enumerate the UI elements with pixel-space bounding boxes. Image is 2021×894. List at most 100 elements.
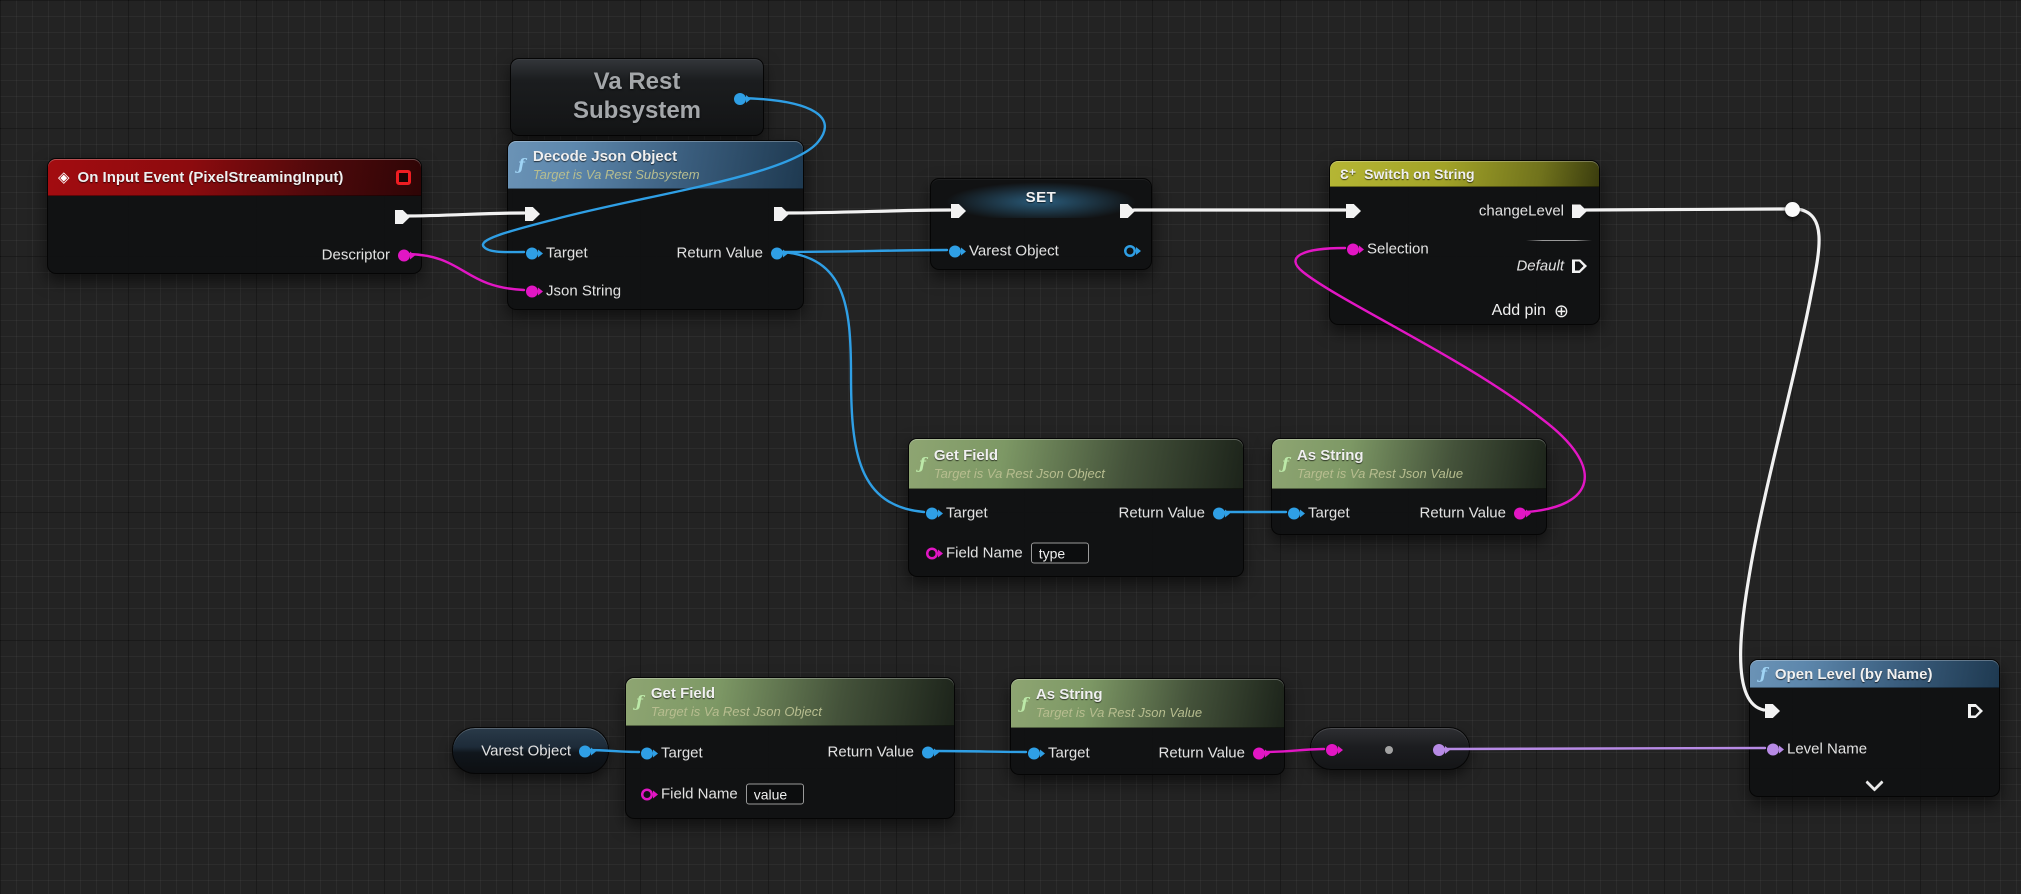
node-set-varest-object[interactable]: SET Varest Object xyxy=(930,178,1152,270)
default-exec-out-pin[interactable]: Default xyxy=(1516,258,1587,275)
object-pin-icon xyxy=(579,745,591,757)
conversion-dot-icon xyxy=(1385,746,1393,754)
selection-in-pin[interactable]: Selection xyxy=(1347,241,1429,258)
add-pin-button[interactable]: ⊕ Add pin xyxy=(1492,302,1569,320)
wire-object-decode-rv-to-getfield-target xyxy=(783,252,924,512)
node-title: Open Level (by Name) xyxy=(1775,666,1933,683)
expand-advanced-chevron-icon[interactable] xyxy=(1865,773,1883,791)
node-get-field-type[interactable]: ƒ Get Field Target is Va Rest Json Objec… xyxy=(908,438,1244,577)
pin-label: Return Value xyxy=(1159,745,1245,762)
node-string-to-name-conversion[interactable] xyxy=(1310,727,1470,770)
node-on-input-event[interactable]: ◈ On Input Event (PixelStreamingInput) D… xyxy=(47,158,422,274)
event-icon: ◈ xyxy=(58,170,70,185)
return-value-out-pin[interactable]: Return Value xyxy=(1119,505,1225,522)
exec-arrow-icon xyxy=(1968,704,1983,718)
node-header: ƒ Get Field Target is Va Rest Json Objec… xyxy=(626,678,954,726)
pin-label: Descriptor xyxy=(322,247,390,264)
return-value-out-pin[interactable]: Return Value xyxy=(1159,745,1265,762)
exec-in-pin[interactable] xyxy=(1765,704,1780,718)
node-as-string-value[interactable]: ƒ As String Target is Va Rest Json Value… xyxy=(1010,678,1285,775)
return-value-out-pin[interactable]: Return Value xyxy=(1420,505,1526,522)
target-in-pin[interactable]: Target xyxy=(1288,505,1350,522)
string-pin-icon xyxy=(926,547,938,559)
pin-label: Json String xyxy=(546,283,621,300)
node-decode-json-object[interactable]: ƒ Decode Json Object Target is Va Rest S… xyxy=(507,140,804,310)
json-string-in-pin[interactable]: Json String xyxy=(526,283,621,300)
object-pin-icon xyxy=(1124,245,1136,257)
exec-arrow-icon xyxy=(774,207,789,221)
exec-arrow-icon xyxy=(1346,204,1361,218)
object-pin-icon xyxy=(1213,507,1225,519)
node-get-field-value[interactable]: ƒ Get Field Target is Va Rest Json Objec… xyxy=(625,677,955,819)
target-in-pin[interactable]: Target xyxy=(641,745,703,762)
exec-arrow-icon xyxy=(1120,204,1135,218)
string-pin-icon xyxy=(1253,747,1265,759)
node-as-string-type[interactable]: ƒ As String Target is Va Rest Json Value… xyxy=(1271,438,1547,535)
pin-label: Return Value xyxy=(1119,505,1205,522)
pin-label: Field Name xyxy=(946,545,1023,562)
target-in-pin[interactable]: Target xyxy=(1028,745,1090,762)
pin-label: Varest Object xyxy=(969,243,1059,260)
exec-out-pin[interactable] xyxy=(774,207,789,221)
changelevel-exec-out-pin[interactable]: changeLevel xyxy=(1479,203,1587,220)
node-header: ƒ Open Level (by Name) xyxy=(1750,660,1999,688)
add-pin-icon: ⊕ xyxy=(1554,302,1569,320)
node-title: As String xyxy=(1036,685,1202,705)
wire-object-decode-rv-to-set xyxy=(783,250,947,252)
blueprint-graph-canvas[interactable]: BLUEPRINT ◈ On Input Event (PixelStreami… xyxy=(0,0,2021,894)
subsystem-out-pin[interactable] xyxy=(734,93,746,105)
function-icon: ƒ xyxy=(1021,696,1028,712)
node-title: Get Field xyxy=(934,446,1105,466)
add-pin-label: Add pin xyxy=(1492,302,1546,320)
name-out-pin[interactable] xyxy=(1433,744,1445,756)
node-title: Va Rest Subsystem xyxy=(511,67,763,126)
level-name-in-pin[interactable]: Level Name xyxy=(1767,741,1867,758)
node-header: ƒ Get Field Target is Va Rest Json Objec… xyxy=(909,439,1243,489)
exec-arrow-icon xyxy=(1572,259,1587,273)
pin-label: Return Value xyxy=(828,744,914,761)
exec-in-pin[interactable] xyxy=(1346,204,1361,218)
node-open-level[interactable]: ƒ Open Level (by Name) Level Name xyxy=(1749,659,2000,797)
field-name-in-pin[interactable]: Field Name xyxy=(641,784,804,805)
wire-name-conversion-to-levelname xyxy=(1445,748,1765,749)
function-icon: ƒ xyxy=(919,456,926,472)
string-pin-icon xyxy=(1514,507,1526,519)
pin-label: Selection xyxy=(1367,241,1429,258)
node-title: Decode Json Object xyxy=(533,147,700,167)
pin-label: Target xyxy=(1048,745,1090,762)
pin-label: Target xyxy=(661,745,703,762)
variable-label: Varest Object xyxy=(481,743,571,760)
node-va-rest-subsystem[interactable]: Va Rest Subsystem xyxy=(510,58,764,136)
descriptor-out-pin[interactable]: Descriptor xyxy=(322,247,410,264)
function-icon: ƒ xyxy=(518,157,525,173)
string-pin-icon xyxy=(398,249,410,261)
target-in-pin[interactable]: Target xyxy=(526,245,588,262)
varest-object-out-pin[interactable] xyxy=(1124,245,1136,257)
return-value-out-pin[interactable]: Return Value xyxy=(677,245,783,262)
pin-label: Default xyxy=(1516,258,1564,275)
node-header: ƒ Decode Json Object Target is Va Rest S… xyxy=(508,141,803,189)
node-switch-on-string[interactable]: Ɛ⁺ Switch on String changeLevel Selectio… xyxy=(1329,160,1600,325)
exec-out-pin[interactable] xyxy=(1120,204,1135,218)
exec-out-pin[interactable] xyxy=(1968,704,1983,718)
field-name-input[interactable] xyxy=(746,784,804,805)
exec-in-pin[interactable] xyxy=(951,204,966,218)
field-name-input[interactable] xyxy=(1031,543,1089,564)
node-varest-object-getter[interactable]: Varest Object xyxy=(452,727,609,774)
varest-object-in-pin[interactable]: Varest Object xyxy=(949,243,1059,260)
node-title: On Input Event (PixelStreamingInput) xyxy=(78,169,344,186)
exec-reroute-node[interactable] xyxy=(1785,202,1800,217)
name-pin-icon xyxy=(1767,743,1779,755)
exec-out-pin[interactable] xyxy=(395,210,410,224)
pin-label: Target xyxy=(1308,505,1350,522)
node-subtitle: Target is Va Rest Json Object xyxy=(934,465,1105,483)
varest-object-out-pin[interactable]: Varest Object xyxy=(481,743,591,760)
function-icon: ƒ xyxy=(1282,456,1289,472)
exec-in-pin[interactable] xyxy=(525,207,540,221)
string-in-pin[interactable] xyxy=(1326,744,1338,756)
object-pin-icon xyxy=(526,247,538,259)
return-value-out-pin[interactable]: Return Value xyxy=(828,744,934,761)
target-in-pin[interactable]: Target xyxy=(926,505,988,522)
field-name-in-pin[interactable]: Field Name xyxy=(926,543,1089,564)
pin-label: Return Value xyxy=(1420,505,1506,522)
